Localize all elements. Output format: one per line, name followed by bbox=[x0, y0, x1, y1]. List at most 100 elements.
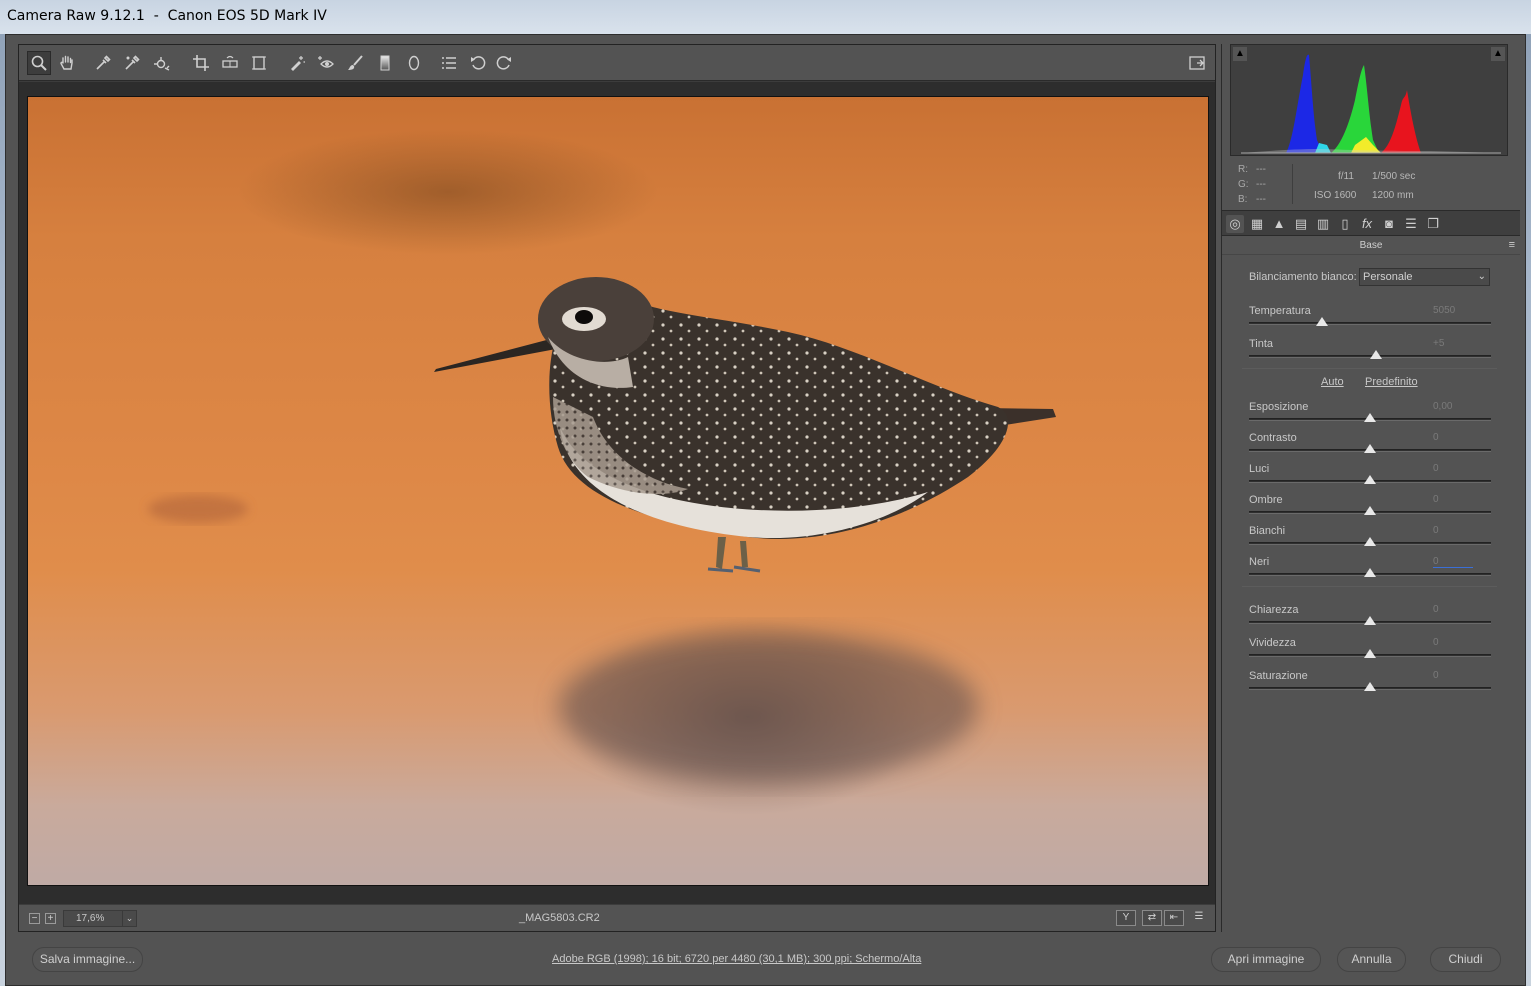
crop-icon bbox=[193, 55, 209, 71]
rgb-readout: R: --- G: --- B: --- bbox=[1238, 162, 1274, 207]
tab-camera-calibration[interactable]: ◙ bbox=[1380, 215, 1398, 233]
vibrance-slider[interactable]: Vividezza 0 bbox=[1249, 637, 1491, 665]
temperature-label: Temperatura bbox=[1249, 305, 1311, 317]
saturation-value-field[interactable]: 0 bbox=[1433, 670, 1473, 681]
temperature-slider[interactable]: Temperatura 5050 bbox=[1249, 305, 1491, 333]
clarity-thumb[interactable] bbox=[1364, 616, 1376, 625]
whites-slider[interactable]: Bianchi 0 bbox=[1249, 525, 1491, 553]
hand-tool[interactable] bbox=[55, 51, 79, 75]
preview-area: − + 17,6% ⌄ _MAG5803.CR2 Y ⇄ ⇤ ☰ bbox=[18, 44, 1216, 932]
zoom-dropdown[interactable]: ⌄ bbox=[122, 911, 136, 926]
tint-label: Tinta bbox=[1249, 338, 1274, 350]
zoom-in-button[interactable]: + bbox=[45, 913, 56, 924]
close-button[interactable]: Chiudi bbox=[1430, 947, 1501, 972]
exposure-thumb[interactable] bbox=[1364, 413, 1376, 422]
white-balance-select[interactable]: Personale ⌄ bbox=[1359, 268, 1490, 286]
window-title: Camera Raw 9.12.1 - Canon EOS 5D Mark IV bbox=[7, 8, 327, 24]
tab-detail[interactable]: ▲ bbox=[1270, 215, 1288, 233]
view-settings-button[interactable]: ☰ bbox=[1189, 910, 1209, 926]
panel-menu-icon[interactable]: ≡ bbox=[1509, 239, 1515, 251]
whites-value-field[interactable]: 0 bbox=[1433, 525, 1473, 536]
straighten-tool[interactable] bbox=[218, 51, 242, 75]
before-after-button[interactable]: Y bbox=[1116, 910, 1136, 926]
copy-settings-button[interactable]: ⇤ bbox=[1164, 910, 1184, 926]
color-sampler-tool[interactable] bbox=[120, 51, 144, 75]
shadows-value-field[interactable]: 0 bbox=[1433, 494, 1473, 505]
fullscreen-button[interactable] bbox=[1185, 51, 1209, 75]
blacks-value-field[interactable]: 0 bbox=[1433, 556, 1473, 568]
contrast-value-field[interactable]: 0 bbox=[1433, 432, 1473, 443]
lens-icon: ▯ bbox=[1341, 216, 1349, 231]
chevron-down-icon: ⌄ bbox=[1477, 271, 1486, 282]
saturation-slider[interactable]: Saturazione 0 bbox=[1249, 670, 1491, 698]
cancel-button[interactable]: Annulla bbox=[1337, 947, 1406, 972]
panel-title: Base bbox=[1222, 237, 1520, 255]
white-balance-tool[interactable] bbox=[91, 51, 115, 75]
vibrance-value-field[interactable]: 0 bbox=[1433, 637, 1473, 648]
rotate-ccw-icon bbox=[471, 56, 486, 70]
tab-lens[interactable]: ▯ bbox=[1336, 215, 1354, 233]
open-image-button[interactable]: Apri immagine bbox=[1211, 947, 1321, 972]
workflow-options-link[interactable]: Adobe RGB (1998); 16 bit; 6720 per 4480 … bbox=[552, 953, 921, 965]
tint-thumb[interactable] bbox=[1370, 350, 1383, 359]
blacks-slider[interactable]: Neri 0 bbox=[1249, 556, 1491, 584]
transform-tool[interactable] bbox=[247, 51, 271, 75]
list-icon bbox=[442, 57, 456, 69]
temperature-track[interactable] bbox=[1249, 322, 1491, 325]
adjustment-brush-tool[interactable] bbox=[343, 51, 367, 75]
highlights-value-field[interactable]: 0 bbox=[1433, 463, 1473, 474]
temperature-thumb[interactable] bbox=[1315, 317, 1328, 326]
vibrance-thumb[interactable] bbox=[1364, 649, 1376, 658]
r-value: --- bbox=[1256, 164, 1266, 175]
contrast-thumb[interactable] bbox=[1364, 444, 1376, 453]
shadows-thumb[interactable] bbox=[1364, 506, 1376, 515]
tab-split-toning[interactable]: ▥ bbox=[1314, 215, 1332, 233]
radial-icon bbox=[408, 55, 420, 71]
g-value: --- bbox=[1256, 179, 1266, 190]
tab-basic[interactable]: ◎ bbox=[1226, 215, 1244, 233]
shadows-slider[interactable]: Ombre 0 bbox=[1249, 494, 1491, 522]
saturation-thumb[interactable] bbox=[1364, 682, 1376, 691]
red-eye-tool[interactable] bbox=[314, 51, 338, 75]
tab-tone-curve[interactable]: ▦ bbox=[1248, 215, 1266, 233]
zoom-out-button[interactable]: − bbox=[29, 913, 40, 924]
image-canvas[interactable] bbox=[19, 82, 1215, 904]
tab-effects[interactable]: fx bbox=[1358, 215, 1376, 233]
highlights-slider[interactable]: Luci 0 bbox=[1249, 463, 1491, 491]
spot-removal-tool[interactable] bbox=[285, 51, 309, 75]
tab-hsl[interactable]: ▤ bbox=[1292, 215, 1310, 233]
histogram: ▲ ▲ bbox=[1230, 44, 1508, 156]
default-link[interactable]: Predefinito bbox=[1365, 376, 1418, 388]
temperature-value-field[interactable]: 5050 bbox=[1433, 305, 1473, 316]
zoom-tool[interactable] bbox=[27, 51, 51, 75]
crop-tool[interactable] bbox=[189, 51, 213, 75]
highlights-thumb[interactable] bbox=[1364, 475, 1376, 484]
whites-thumb[interactable] bbox=[1364, 537, 1376, 546]
save-image-button[interactable]: Salva immagine... bbox=[32, 947, 143, 972]
rotate-right-button[interactable] bbox=[492, 51, 516, 75]
contrast-label: Contrasto bbox=[1249, 432, 1297, 444]
camera-raw-window: − + 17,6% ⌄ _MAG5803.CR2 Y ⇄ ⇤ ☰ ▲ ▲ R: … bbox=[5, 34, 1526, 986]
preferences-button[interactable] bbox=[437, 51, 461, 75]
tab-presets[interactable]: ☰ bbox=[1402, 215, 1420, 233]
clarity-value-field[interactable]: 0 bbox=[1433, 604, 1473, 615]
exposure-slider[interactable]: Esposizione 0,00 bbox=[1249, 401, 1491, 429]
shadow-clipping-icon[interactable]: ▲ bbox=[1233, 47, 1247, 61]
clarity-slider[interactable]: Chiarezza 0 bbox=[1249, 604, 1491, 632]
presets-icon: ☰ bbox=[1405, 216, 1417, 231]
color-sampler-icon bbox=[125, 55, 140, 70]
rotate-left-button[interactable] bbox=[466, 51, 490, 75]
targeted-adjustment-tool[interactable] bbox=[150, 51, 174, 75]
exposure-value-field[interactable]: 0,00 bbox=[1433, 401, 1473, 412]
tint-slider[interactable]: Tinta +5 bbox=[1249, 338, 1491, 366]
aperture-value: f/11 bbox=[1338, 171, 1354, 182]
graduated-filter-tool[interactable] bbox=[373, 51, 397, 75]
swap-settings-button[interactable]: ⇄ bbox=[1142, 910, 1162, 926]
tab-snapshots[interactable]: ❐ bbox=[1424, 215, 1442, 233]
contrast-slider[interactable]: Contrasto 0 bbox=[1249, 432, 1491, 460]
blacks-thumb[interactable] bbox=[1364, 568, 1376, 577]
auto-link[interactable]: Auto bbox=[1321, 376, 1344, 388]
radial-filter-tool[interactable] bbox=[402, 51, 426, 75]
highlight-clipping-icon[interactable]: ▲ bbox=[1491, 47, 1505, 61]
tint-value-field[interactable]: +5 bbox=[1433, 338, 1473, 349]
